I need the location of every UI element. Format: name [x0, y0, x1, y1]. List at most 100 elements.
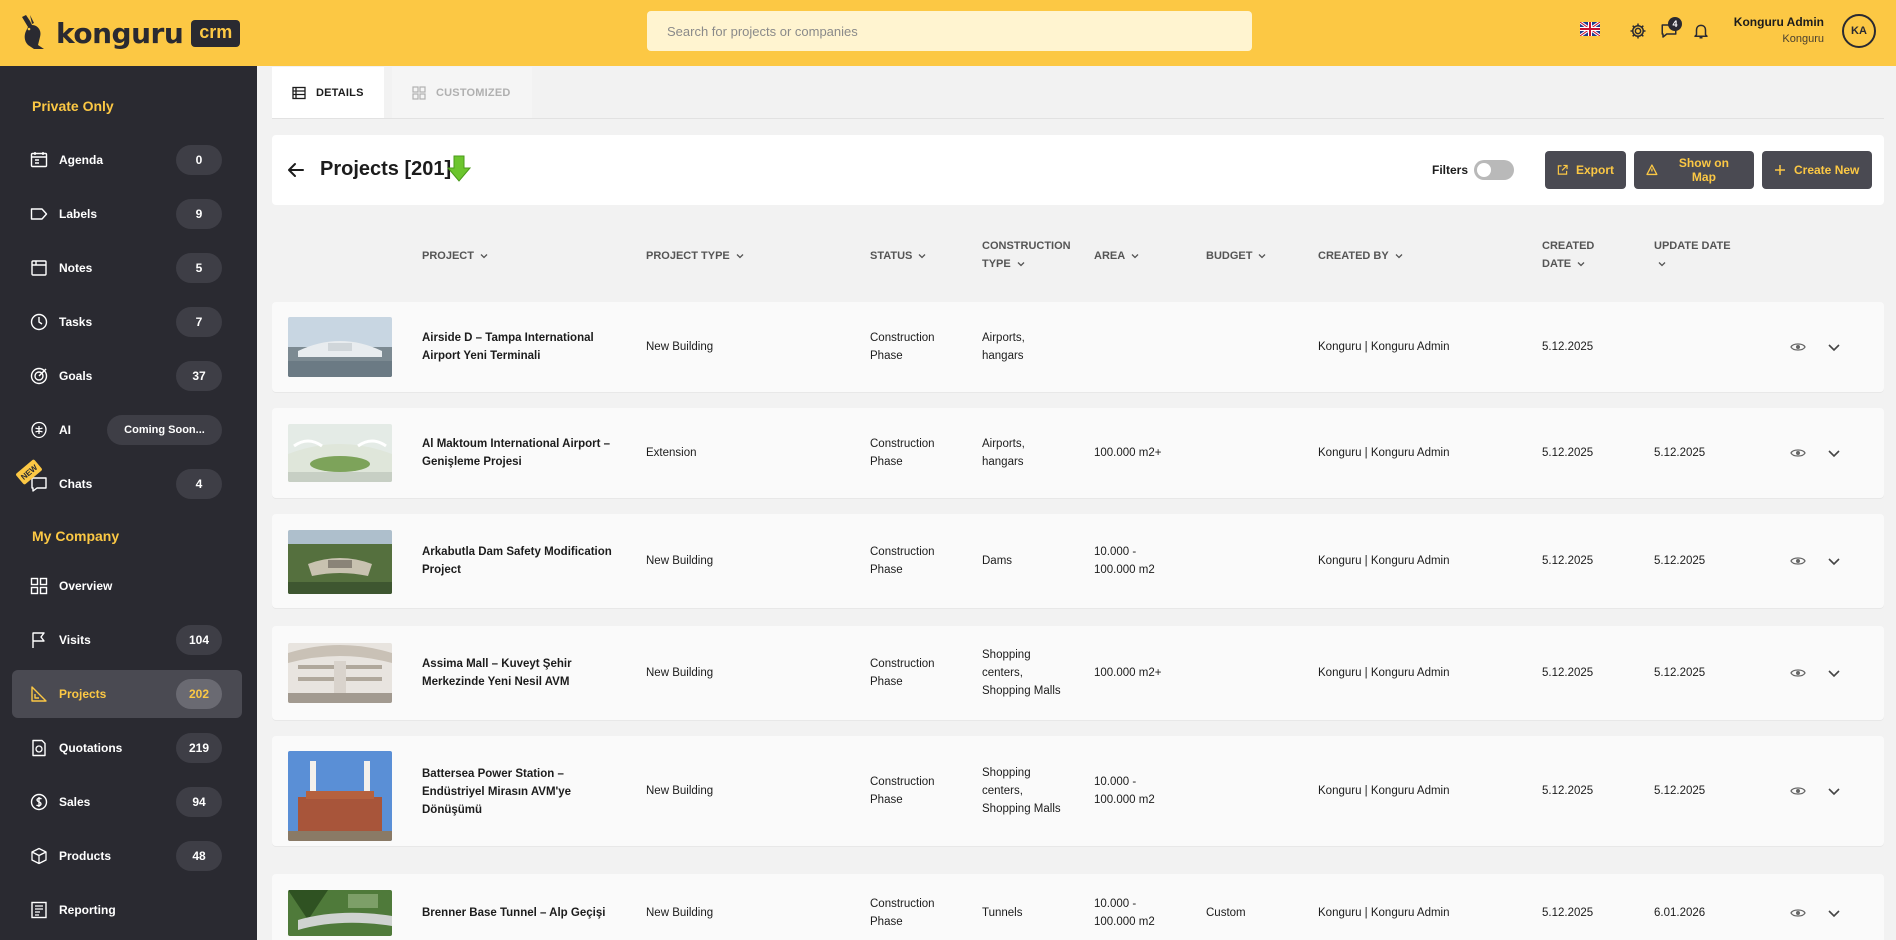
messages-button[interactable]: 4 [1660, 17, 1682, 40]
project-name-line: Airport Yeni Terminali [422, 350, 541, 362]
created-by: Konguru | Konguru Admin [1318, 667, 1450, 679]
project-name[interactable]: Battersea Power Station – Endüstriyel Mi… [422, 765, 571, 819]
tab-label: DETAILS [316, 87, 364, 99]
sidebar-item-ai[interactable]: AI Coming Soon... [12, 406, 242, 454]
column-header-created-date[interactable]: CREATED DATE [1542, 237, 1594, 273]
kangaroo-logo-icon [22, 15, 44, 49]
project-name[interactable]: Brenner Base Tunnel – Alp Geçişi [422, 904, 605, 922]
sidebar-item-labels[interactable]: Labels 9 [12, 190, 242, 238]
box-icon [31, 847, 47, 865]
plus-icon [1775, 165, 1785, 175]
download-arrow-icon[interactable] [447, 155, 471, 183]
chevron-down-icon [1017, 262, 1025, 267]
filters-toggle[interactable] [1474, 160, 1514, 180]
gear-icon[interactable] [1629, 22, 1647, 40]
construction-type-line: Shopping Malls [982, 803, 1061, 815]
sidebar-item-quotations[interactable]: Quotations 219 [12, 724, 242, 772]
chevron-down-icon[interactable] [1827, 906, 1841, 920]
show-on-map-button[interactable]: Show on Map [1634, 151, 1754, 189]
sidebar-item-agenda[interactable]: Agenda 0 [12, 136, 242, 184]
column-header-created-by[interactable]: CREATED BY [1318, 247, 1403, 265]
column-label: PROJECT [422, 250, 474, 262]
chevron-down-icon [1577, 262, 1585, 267]
brand-name: konguru [56, 16, 184, 50]
sidebar-item-label: Products [59, 849, 112, 863]
sidebar-item-visits[interactable]: Visits 104 [12, 616, 242, 664]
sidebar-item-reporting[interactable]: Reporting [12, 886, 242, 934]
sidebar-item-label: Agenda [59, 153, 104, 167]
list-icon [292, 86, 306, 100]
sidebar-item-label: Goals [59, 369, 93, 383]
table-row[interactable]: Assima Mall – Kuveyt Şehir Merkezinde Ye… [272, 626, 1884, 720]
page-title: Projects [201] [320, 158, 452, 180]
table-row[interactable]: Battersea Power Station – Endüstriyel Mi… [272, 736, 1884, 846]
chevron-down-icon[interactable] [1827, 666, 1841, 680]
sidebar-item-chats[interactable]: Chats 4 [12, 460, 242, 508]
sidebar-item-overview[interactable]: Overview [12, 562, 242, 610]
sidebar-item-projects[interactable]: Projects 202 [12, 670, 242, 718]
eye-icon[interactable] [1790, 555, 1806, 567]
sidebar-item-tasks[interactable]: Tasks 7 [12, 298, 242, 346]
chevron-down-icon[interactable] [1827, 340, 1841, 354]
project-name-line: Airside D – Tampa International [422, 332, 594, 344]
column-header-project[interactable]: PROJECT [422, 247, 488, 265]
tab-customized[interactable]: CUSTOMIZED [392, 67, 532, 119]
table-row[interactable]: Arkabutla Dam Safety Modification Projec… [272, 514, 1884, 608]
sidebar-item-goals[interactable]: Goals 37 [12, 352, 242, 400]
sidebar-item-sales[interactable]: Sales 94 [12, 778, 242, 826]
table-row[interactable]: Brenner Base Tunnel – Alp Geçişi New Bui… [272, 874, 1884, 940]
column-header-budget[interactable]: BUDGET [1206, 247, 1266, 265]
table-row[interactable]: Airside D – Tampa International Airport … [272, 302, 1884, 392]
uk-flag-icon[interactable] [1580, 22, 1600, 36]
area: 10.000 - 100.000 m2 [1094, 773, 1155, 809]
project-name-line: Battersea Power Station – [422, 768, 564, 780]
column-header-status[interactable]: STATUS [870, 247, 926, 265]
top-bar: konguru crm 4 Konguru Admin Konguru KA [0, 0, 1896, 66]
sidebar-item-label: Reporting [59, 903, 116, 917]
table-row[interactable]: Al Maktoum International Airport – Geniş… [272, 408, 1884, 498]
projects-icon [31, 686, 47, 702]
construction-type: Shopping centers, Shopping Malls [982, 764, 1061, 818]
eye-icon[interactable] [1790, 341, 1806, 353]
project-thumbnail [288, 424, 392, 482]
project-name[interactable]: Assima Mall – Kuveyt Şehir Merkezinde Ye… [422, 655, 572, 691]
create-new-button[interactable]: Create New [1762, 151, 1872, 189]
sidebar-item-products[interactable]: Products 48 [12, 832, 242, 880]
back-arrow-icon[interactable] [286, 160, 306, 180]
chevron-down-icon[interactable] [1827, 446, 1841, 460]
user-menu[interactable]: Konguru Admin Konguru [1734, 15, 1824, 45]
project-name[interactable]: Airside D – Tampa International Airport … [422, 329, 594, 365]
status: Construction Phase [870, 329, 935, 365]
count-badge: 4 [176, 469, 222, 499]
column-header-construction-type[interactable]: CONSTRUCTION TYPE [982, 237, 1071, 273]
project-name[interactable]: Al Maktoum International Airport – Geniş… [422, 435, 610, 471]
sidebar-item-notes[interactable]: Notes 5 [12, 244, 242, 292]
avatar[interactable]: KA [1842, 14, 1876, 48]
project-name-line: Merkezinde Yeni Nesil AVM [422, 676, 570, 688]
column-label: PROJECT TYPE [646, 250, 730, 262]
search-input[interactable] [647, 11, 1252, 51]
export-button[interactable]: Export [1545, 151, 1626, 189]
sidebar-item-label: Notes [59, 261, 93, 275]
column-header-project-type[interactable]: PROJECT TYPE [646, 247, 744, 265]
column-header-update-date[interactable]: UPDATE DATE [1654, 237, 1731, 273]
area: 100.000 m2+ [1094, 667, 1162, 679]
construction-type: Airports, hangars [982, 435, 1025, 471]
eye-icon[interactable] [1790, 447, 1806, 459]
status-line: Phase [870, 916, 903, 928]
agenda-icon [30, 152, 48, 168]
area: 100.000 m2+ [1094, 447, 1162, 459]
column-header-area[interactable]: AREA [1094, 247, 1139, 265]
sidebar-item-label: AI [59, 423, 71, 437]
tab-details[interactable]: DETAILS [272, 67, 384, 119]
eye-icon[interactable] [1790, 907, 1806, 919]
chevron-down-icon[interactable] [1827, 784, 1841, 798]
chevron-down-icon[interactable] [1827, 554, 1841, 568]
toggle-knob [1477, 163, 1491, 177]
project-name[interactable]: Arkabutla Dam Safety Modification Projec… [422, 543, 612, 579]
eye-icon[interactable] [1790, 785, 1806, 797]
bell-icon[interactable] [1692, 22, 1710, 40]
area-line: 10.000 - [1094, 776, 1137, 788]
logo[interactable]: konguru crm [16, 10, 241, 56]
eye-icon[interactable] [1790, 667, 1806, 679]
